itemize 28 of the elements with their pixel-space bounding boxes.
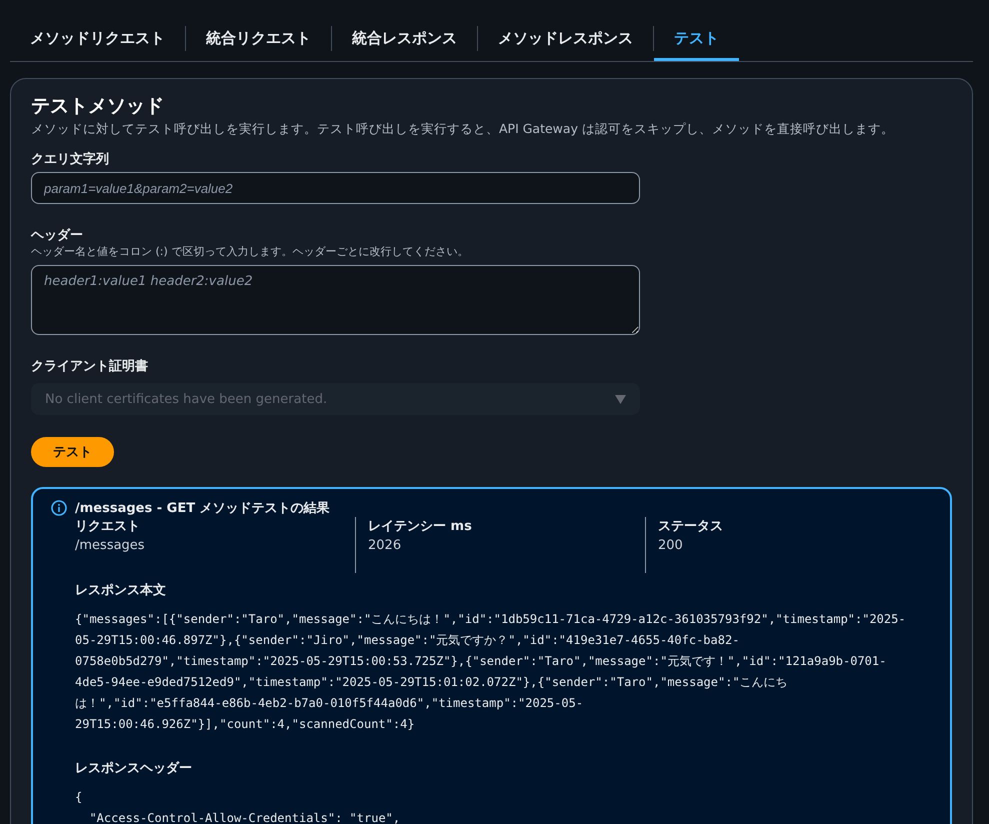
stat-label: リクエスト xyxy=(75,518,141,535)
field-label: クエリ文字列 xyxy=(31,150,110,168)
panel-title: テストメソッド xyxy=(31,94,165,119)
tab[interactable]: 統合リクエスト xyxy=(186,18,331,61)
panel-description: メソッドに対してテスト呼び出しを実行します。テスト呼び出しを実行すると、API Gateway は認可をスキップし、メソッドを直接呼び出します。 xyxy=(31,121,895,138)
stat-value: 2026 xyxy=(368,538,402,553)
query-string-field[interactable]: param1=value1&param2=value2 xyxy=(31,172,640,204)
code-line: { xyxy=(75,789,84,806)
field-label: ヘッダー xyxy=(31,227,84,244)
stat-value: 200 xyxy=(658,538,684,553)
section-heading: レスポンス本文 xyxy=(75,582,167,599)
response-body: {"messages":[{"sender":"Taro","message":"こんにちは！","id":"1db59c11-71ca-4729-a12c-361035793f92","timestamp":"2025-05-29T15:00:46.897Z"},{"sender":"Jiro","message":"元気ですか？","id":"419e31e7-4655-40fc-ba82-0758e0b5d279","timestamp":"2025-05-29T15:00:53.725Z"},{"sender":"Taro","message":"元気です！","id":"121a9a9b-0701-4de5-94ee-e9ded7512ed9","timestamp":"2025-05-29T15:01:02.072Z"},{"sender":"Taro","message":"こんにちは！","id":"e5ffa844-e86b-4eb2-b7a0-010f5f44a0d6","timestamp":"2025-05-29T15:00:46.926Z"}],"count":4,"scannedCount":4} xyxy=(75,611,907,733)
tab[interactable]: 統合レスポンス xyxy=(332,18,477,61)
tab[interactable]: メソッドリクエスト xyxy=(10,18,185,61)
code-line: "Access-Control-Allow-Credentials": "true", xyxy=(88,810,402,824)
section-heading: レスポンスヘッダー xyxy=(75,760,193,777)
result-title: /messages - GET メソッドテストの結果 xyxy=(75,500,331,517)
headers-field[interactable]: header1:value1 header2:value2 xyxy=(31,265,640,335)
field-label: クライアント証明書 xyxy=(31,358,149,375)
test-button[interactable]: テスト xyxy=(31,437,114,467)
info-icon xyxy=(51,500,67,516)
field-hint: ヘッダー名と値をコロン (:) で区切って入力します。ヘッダーごとに改行してください。 xyxy=(31,244,470,259)
tab[interactable]: テスト xyxy=(654,18,739,61)
stat-label: レイテンシー ms xyxy=(368,518,473,535)
stat-label: ステータス xyxy=(658,518,724,535)
tab[interactable]: メソッドレスポンス xyxy=(478,18,653,61)
caret-icon xyxy=(615,394,626,404)
stat-value: /messages xyxy=(75,538,146,553)
